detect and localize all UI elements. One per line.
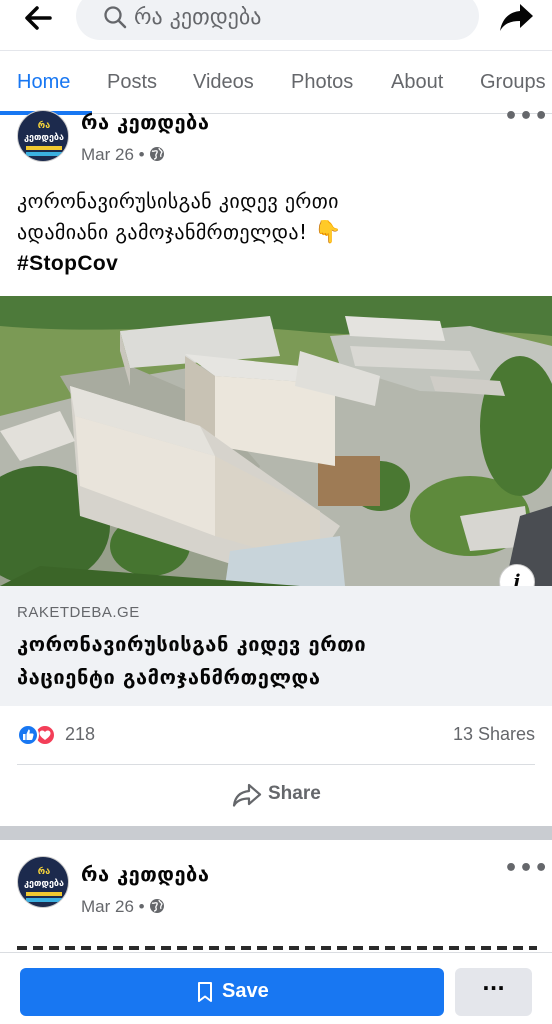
search-input[interactable]: რა კეთდება bbox=[76, 0, 479, 40]
post-date-text: Mar 26 • bbox=[81, 897, 145, 916]
post-photo[interactable] bbox=[0, 296, 552, 586]
link-title-line: კორონავირუსისგან კიდევ ერთი bbox=[17, 632, 367, 656]
search-icon bbox=[104, 6, 127, 29]
tab-posts[interactable]: Posts bbox=[107, 71, 157, 94]
avatar-stripe bbox=[26, 892, 62, 896]
page-name[interactable]: რა კეთდება bbox=[81, 862, 209, 886]
hashtag-link[interactable]: #StopCov bbox=[17, 248, 537, 279]
share-arrow-icon bbox=[232, 783, 262, 807]
avatar-text-bottom: კეთდება bbox=[23, 133, 64, 143]
page-tabs: Home Posts Videos Photos About Groups bbox=[0, 50, 552, 115]
avatar-text-bottom: კეთდება bbox=[23, 879, 64, 889]
avatar-stripe bbox=[26, 898, 62, 902]
post-text: კორონავირუსისგან კიდევ ერთი ადამიანი გამ… bbox=[17, 186, 537, 279]
tab-home[interactable]: Home bbox=[17, 71, 70, 94]
point-down-icon: 👇 bbox=[314, 220, 342, 245]
divider bbox=[17, 764, 535, 765]
tab-videos[interactable]: Videos bbox=[193, 71, 254, 94]
like-reaction-icon bbox=[17, 724, 39, 746]
avatar-text-top: რა bbox=[37, 867, 51, 877]
more-options-button[interactable]: ··· bbox=[455, 968, 532, 1016]
globe-icon bbox=[149, 899, 164, 913]
reaction-count: 218 bbox=[65, 724, 96, 744]
post-separator bbox=[0, 826, 552, 840]
page-name[interactable]: რა კეთდება bbox=[81, 110, 209, 134]
avatar-stripe bbox=[26, 146, 62, 150]
avatar-stripe bbox=[26, 152, 62, 156]
top-bar: რა კეთდება bbox=[0, 0, 552, 48]
post-text-line: კორონავირუსისგან კიდევ ერთი bbox=[17, 189, 339, 213]
tab-about[interactable]: About bbox=[391, 71, 443, 94]
back-arrow-icon[interactable] bbox=[20, 2, 56, 34]
post-text-line: ადამიანი გამოჯანმრთელდა! 👇 bbox=[17, 217, 537, 248]
tab-groups[interactable]: Groups bbox=[480, 71, 546, 94]
bookmark-icon bbox=[198, 982, 212, 1002]
post-date[interactable]: Mar 26 • bbox=[81, 145, 165, 165]
search-placeholder: რა კეთდება bbox=[134, 5, 262, 30]
globe-icon bbox=[149, 147, 164, 161]
post-options-icon[interactable]: ••• bbox=[504, 856, 549, 881]
post-header: რა კეთდება რა კეთდება Mar 26 • ••• bbox=[0, 856, 552, 920]
bottom-action-bar: Save ··· bbox=[0, 952, 552, 1024]
link-title: კორონავირუსისგან კიდევ ერთი პაციენტი გამ… bbox=[17, 628, 537, 694]
post-options-icon[interactable]: ••• bbox=[504, 104, 549, 129]
link-title-line: პაციენტი გამოჯანმრთელდა bbox=[17, 665, 321, 689]
link-domain: RAKETDEBA.GE bbox=[17, 604, 140, 621]
tab-photos[interactable]: Photos bbox=[291, 71, 353, 94]
post-text-clipped bbox=[17, 938, 537, 952]
share-label: Share bbox=[268, 783, 321, 804]
save-label: Save bbox=[222, 980, 269, 1002]
post-date-text: Mar 26 • bbox=[81, 145, 145, 164]
share-icon[interactable] bbox=[498, 0, 536, 34]
save-button[interactable]: Save bbox=[20, 968, 444, 1016]
avatar-text-top: რა bbox=[37, 121, 51, 131]
avatar[interactable]: რა კეთდება bbox=[17, 856, 69, 908]
post-date[interactable]: Mar 26 • bbox=[81, 897, 165, 917]
avatar[interactable]: რა კეთდება bbox=[17, 110, 69, 162]
shares-count[interactable]: 13 Shares bbox=[453, 724, 535, 745]
post-header: რა კეთდება რა კეთდება Mar 26 • ••• bbox=[0, 104, 552, 174]
link-preview[interactable]: RAKETDEBA.GE კორონავირუსისგან კიდევ ერთი… bbox=[0, 586, 552, 706]
